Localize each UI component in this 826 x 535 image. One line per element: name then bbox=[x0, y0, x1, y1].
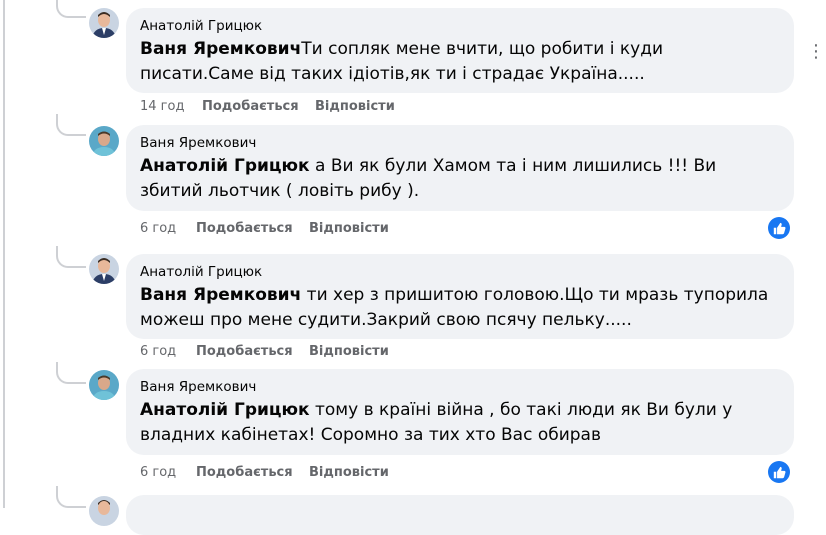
avatar-anatoliy-image bbox=[89, 8, 119, 38]
comment-actions: 14 год Подобається Відповісти bbox=[140, 99, 395, 115]
comment-time[interactable]: 6 год bbox=[140, 465, 196, 481]
mention-link[interactable]: Анатолій Грицюк bbox=[140, 156, 310, 176]
comment-bubble: Ваня Яремкович Анатолій Грицюк а Ви як б… bbox=[126, 125, 794, 211]
avatar[interactable] bbox=[89, 496, 119, 526]
comment-text: Ваня ЯремковичТи сопляк мене вчити, що р… bbox=[140, 37, 781, 87]
reply-button[interactable]: Відповісти bbox=[309, 465, 389, 481]
reply-button[interactable]: Відповісти bbox=[309, 344, 389, 360]
reply-connector bbox=[56, 0, 86, 18]
avatar-vanya-image bbox=[89, 126, 119, 156]
like-reaction-icon[interactable] bbox=[768, 217, 790, 239]
avatar[interactable] bbox=[89, 126, 119, 156]
reply-button[interactable]: Відповісти bbox=[315, 99, 395, 115]
comment-text: Анатолій Грицюк тому в країні війна , бо… bbox=[140, 398, 781, 448]
comment-bubble: Анатолій Грицюк Ваня Яремкович ти хер з … bbox=[126, 254, 794, 339]
more-options-icon[interactable]: ⋮ bbox=[806, 42, 826, 62]
comment-bubble: Анатолій Грицюк Ваня ЯремковичТи сопляк … bbox=[126, 8, 794, 93]
avatar-anatoliy-image bbox=[89, 496, 119, 526]
like-button[interactable]: Подобається bbox=[196, 465, 309, 481]
comment-author[interactable]: Ваня Яремкович bbox=[140, 378, 781, 396]
avatar[interactable] bbox=[89, 370, 119, 400]
like-button[interactable]: Подобається bbox=[196, 221, 309, 237]
avatar-anatoliy-image bbox=[89, 254, 119, 284]
reply-connector bbox=[56, 114, 86, 136]
comment-time[interactable]: 6 год bbox=[140, 221, 196, 237]
like-button[interactable]: Подобається bbox=[196, 344, 309, 360]
mention-link[interactable]: Анатолій Грицюк bbox=[140, 400, 310, 420]
comment-author[interactable]: Ваня Яремкович bbox=[140, 134, 781, 152]
mention-link[interactable]: Ваня Яремкович bbox=[140, 39, 301, 59]
reply-connector bbox=[56, 486, 86, 508]
avatar[interactable] bbox=[89, 254, 119, 284]
like-reaction-icon[interactable] bbox=[768, 461, 790, 483]
comment-author[interactable]: Анатолій Грицюк bbox=[140, 263, 781, 281]
reply-connector bbox=[56, 246, 86, 268]
thread-line bbox=[3, 0, 5, 508]
comment-author[interactable]: Анатолій Грицюк bbox=[140, 17, 781, 35]
reply-button[interactable]: Відповісти bbox=[309, 221, 389, 237]
reply-connector bbox=[56, 362, 86, 384]
avatar-vanya-image bbox=[89, 370, 119, 400]
comment-bubble: Ваня Яремкович Анатолій Грицюк тому в кр… bbox=[126, 369, 794, 455]
like-button[interactable]: Подобається bbox=[202, 99, 315, 115]
mention-link[interactable]: Ваня Яремкович bbox=[140, 285, 301, 305]
comment-bubble bbox=[126, 495, 794, 535]
comment-text: Ваня Яремкович ти хер з пришитою головою… bbox=[140, 283, 781, 333]
comment-time[interactable]: 6 год bbox=[140, 344, 196, 360]
comment-actions: 6 год Подобається Відповісти bbox=[140, 221, 389, 237]
comment-text: Анатолій Грицюк а Ви як були Хамом та і … bbox=[140, 154, 781, 204]
comment-time[interactable]: 14 год bbox=[140, 99, 202, 115]
comment-actions: 6 год Подобається Відповісти bbox=[140, 465, 389, 481]
avatar[interactable] bbox=[89, 8, 119, 38]
comment-actions: 6 год Подобається Відповісти bbox=[140, 344, 389, 360]
